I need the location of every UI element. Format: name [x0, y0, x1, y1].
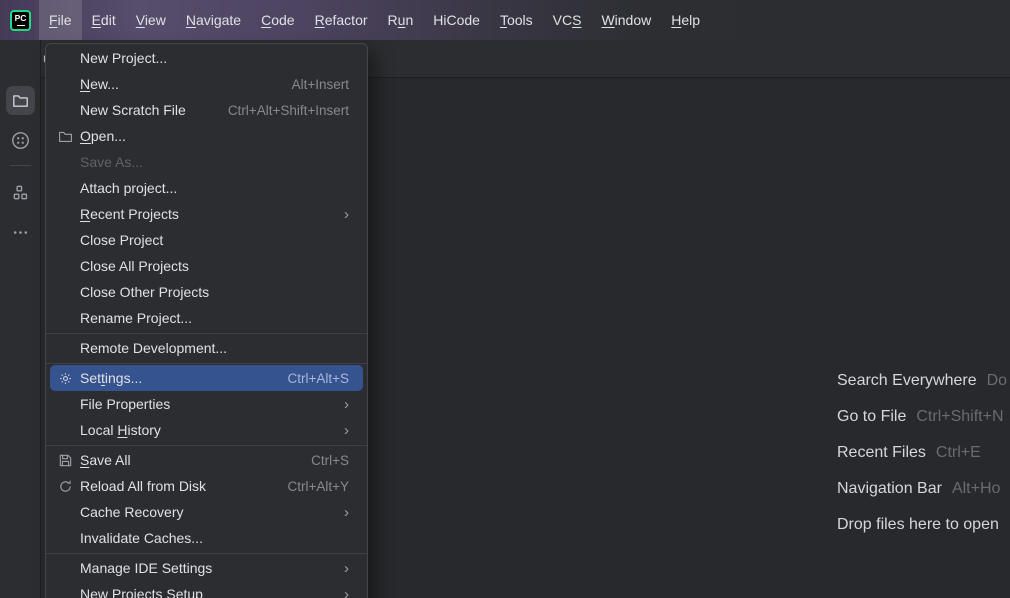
menu-edit[interactable]: Edit: [82, 0, 126, 40]
menu-navigate[interactable]: Navigate: [176, 0, 251, 40]
hint-search-everywhere: Search EverywhereDo: [837, 363, 1007, 399]
menu-window[interactable]: Window: [591, 0, 661, 40]
menu-item-close-project[interactable]: Close Project: [46, 227, 367, 253]
main-menubar: File Edit View Navigate Code Refactor Ru…: [39, 0, 710, 40]
menu-item-local-history[interactable]: Local History›: [46, 417, 367, 443]
submenu-arrow-icon: ›: [344, 587, 349, 598]
menu-item-remote-development[interactable]: Remote Development...: [46, 335, 367, 361]
submenu-arrow-icon: ›: [344, 207, 349, 222]
menu-file[interactable]: File: [39, 0, 82, 40]
empty-editor-shortcuts: Search EverywhereDo Go to FileCtrl+Shift…: [837, 363, 1007, 543]
menu-item-save-as: Save As...: [46, 149, 367, 175]
folder-icon: [12, 92, 29, 109]
menu-item-settings[interactable]: Settings... Ctrl+Alt+S: [50, 365, 363, 391]
menu-view[interactable]: View: [126, 0, 176, 40]
gear-icon: [57, 370, 73, 386]
menu-item-close-all-projects[interactable]: Close All Projects: [46, 253, 367, 279]
menu-item-save-all[interactable]: Save All Ctrl+S: [46, 447, 367, 473]
pycharm-logo-icon: PC: [10, 10, 31, 31]
hint-drop-files: Drop files here to open: [837, 507, 1007, 543]
submenu-arrow-icon: ›: [344, 561, 349, 576]
reload-icon: [57, 478, 73, 494]
menu-refactor[interactable]: Refactor: [305, 0, 378, 40]
save-icon: [57, 452, 73, 468]
menu-item-cache-recovery[interactable]: Cache Recovery›: [46, 499, 367, 525]
menu-vcs[interactable]: VCS: [543, 0, 592, 40]
menu-item-open[interactable]: Open...: [46, 123, 367, 149]
menu-item-invalidate-caches[interactable]: Invalidate Caches...: [46, 525, 367, 551]
title-bar: PC File Edit View Navigate Code Refactor…: [0, 0, 1010, 40]
menu-item-new-scratch-file[interactable]: New Scratch FileCtrl+Alt+Shift+Insert: [46, 97, 367, 123]
hint-go-to-file: Go to FileCtrl+Shift+N: [837, 399, 1007, 435]
menu-separator: [46, 445, 367, 446]
menu-item-manage-ide-settings[interactable]: Manage IDE Settings›: [46, 555, 367, 581]
menu-item-reload-all-from-disk[interactable]: Reload All from Disk Ctrl+Alt+Y: [46, 473, 367, 499]
file-menu-dropdown: New Project... New...Alt+Insert New Scra…: [45, 43, 368, 598]
menu-item-new-projects-setup[interactable]: New Projects Setup›: [46, 581, 367, 598]
menu-item-file-properties[interactable]: File Properties›: [46, 391, 367, 417]
tool-window-stripe: [0, 40, 41, 598]
submenu-arrow-icon: ›: [344, 397, 349, 412]
menu-run[interactable]: Run: [378, 0, 424, 40]
menu-help[interactable]: Help: [661, 0, 710, 40]
menu-code[interactable]: Code: [251, 0, 304, 40]
submenu-arrow-icon: ›: [344, 423, 349, 438]
more-tool-windows-button[interactable]: [6, 218, 35, 247]
circle-dots-icon: [11, 131, 30, 150]
menu-item-new[interactable]: New...Alt+Insert: [46, 71, 367, 97]
menu-tools[interactable]: Tools: [490, 0, 543, 40]
ellipsis-icon: [12, 224, 29, 241]
folder-icon: [57, 128, 73, 144]
hint-recent-files: Recent FilesCtrl+E: [837, 435, 1007, 471]
menu-item-rename-project[interactable]: Rename Project...: [46, 305, 367, 331]
menu-separator: [46, 553, 367, 554]
hint-navigation-bar: Navigation BarAlt+Ho: [837, 471, 1007, 507]
menu-item-attach-project[interactable]: Attach project...: [46, 175, 367, 201]
circle-dots-tool-button[interactable]: [6, 126, 35, 155]
menu-item-close-other-projects[interactable]: Close Other Projects: [46, 279, 367, 305]
menu-separator: [46, 363, 367, 364]
menu-separator: [46, 333, 367, 334]
menu-item-recent-projects[interactable]: Recent Projects›: [46, 201, 367, 227]
project-tool-button[interactable]: [6, 86, 35, 115]
menu-item-new-project[interactable]: New Project...: [46, 45, 367, 71]
menu-hicode[interactable]: HiCode: [423, 0, 490, 40]
structure-tool-button[interactable]: [6, 178, 35, 207]
stripe-divider: [10, 165, 31, 166]
structure-icon: [12, 184, 29, 201]
submenu-arrow-icon: ›: [344, 505, 349, 520]
